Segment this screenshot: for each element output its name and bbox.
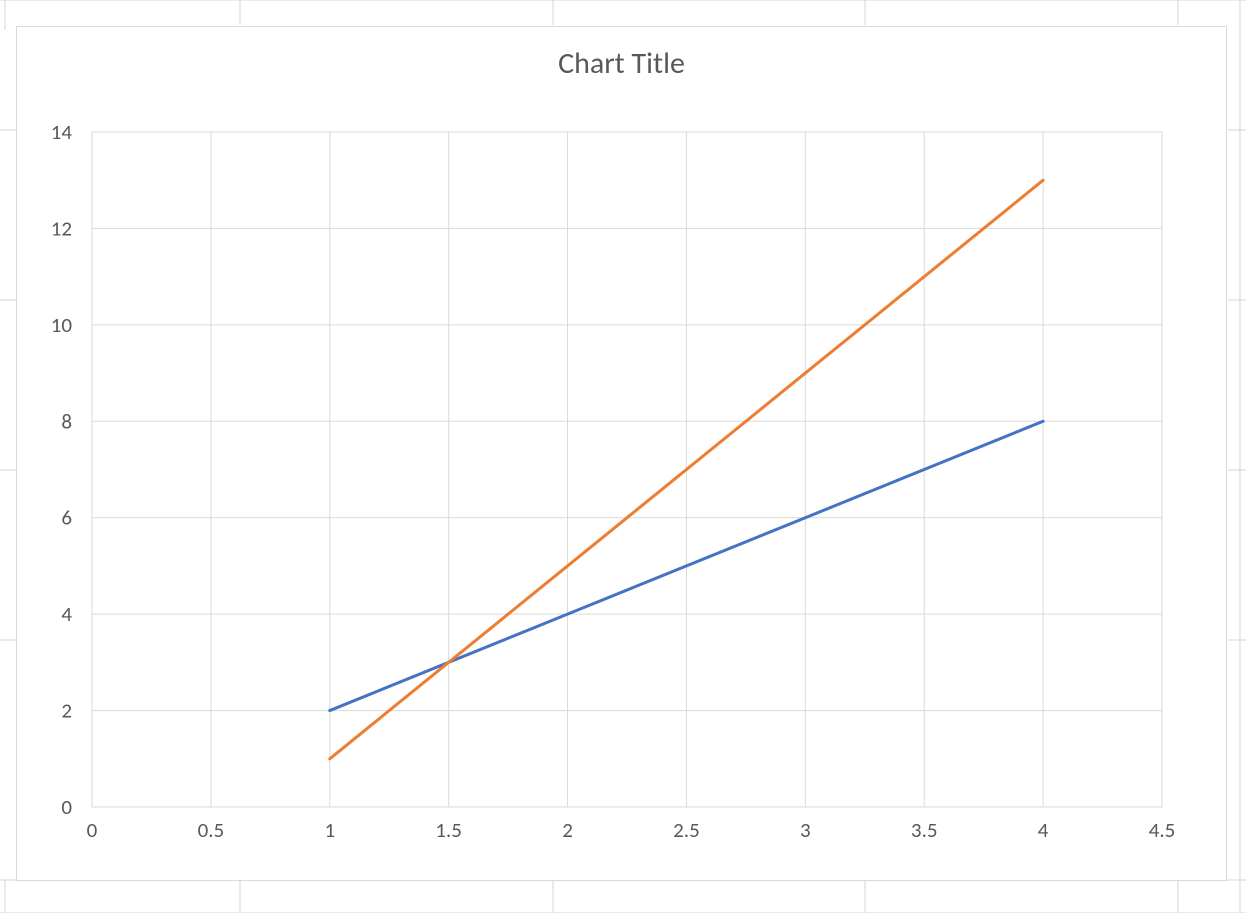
- plot-area-svg: 0 2 4 6 8 10 12 14 0 0.5 1 1.5 2 2.5 3 3.5 4 4.5: [17, 27, 1226, 880]
- x-axis-tick: 4: [1038, 817, 1049, 843]
- y-axis-tick: 10: [51, 312, 73, 338]
- x-axis-tick: 2: [562, 817, 573, 843]
- y-axis-tick: 4: [61, 601, 72, 627]
- plot-area: [92, 132, 1162, 807]
- x-axis-tick: 0: [87, 817, 98, 843]
- x-axis-tick: 1: [324, 817, 335, 843]
- y-axis-tick: 6: [61, 505, 72, 531]
- y-axis-tick: 2: [61, 698, 72, 724]
- x-axis-tick: 1.5: [435, 817, 462, 843]
- y-axis-tick: 14: [51, 119, 73, 145]
- chart-object[interactable]: Chart Title 0246810121400.511.522.533.54…: [16, 26, 1227, 881]
- x-axis-tick: 4.5: [1149, 817, 1176, 843]
- y-axis-tick: 12: [51, 215, 72, 241]
- x-axis-tick: 3: [800, 817, 811, 843]
- x-axis-tick: 0.5: [198, 817, 225, 843]
- x-axis-tick: 3.5: [911, 817, 938, 843]
- spreadsheet-sheet: Chart Title 0246810121400.511.522.533.54…: [0, 0, 1246, 913]
- y-axis-tick: 8: [61, 408, 72, 434]
- y-axis-tick: 0: [61, 794, 72, 820]
- x-axis-tick: 2.5: [673, 817, 700, 843]
